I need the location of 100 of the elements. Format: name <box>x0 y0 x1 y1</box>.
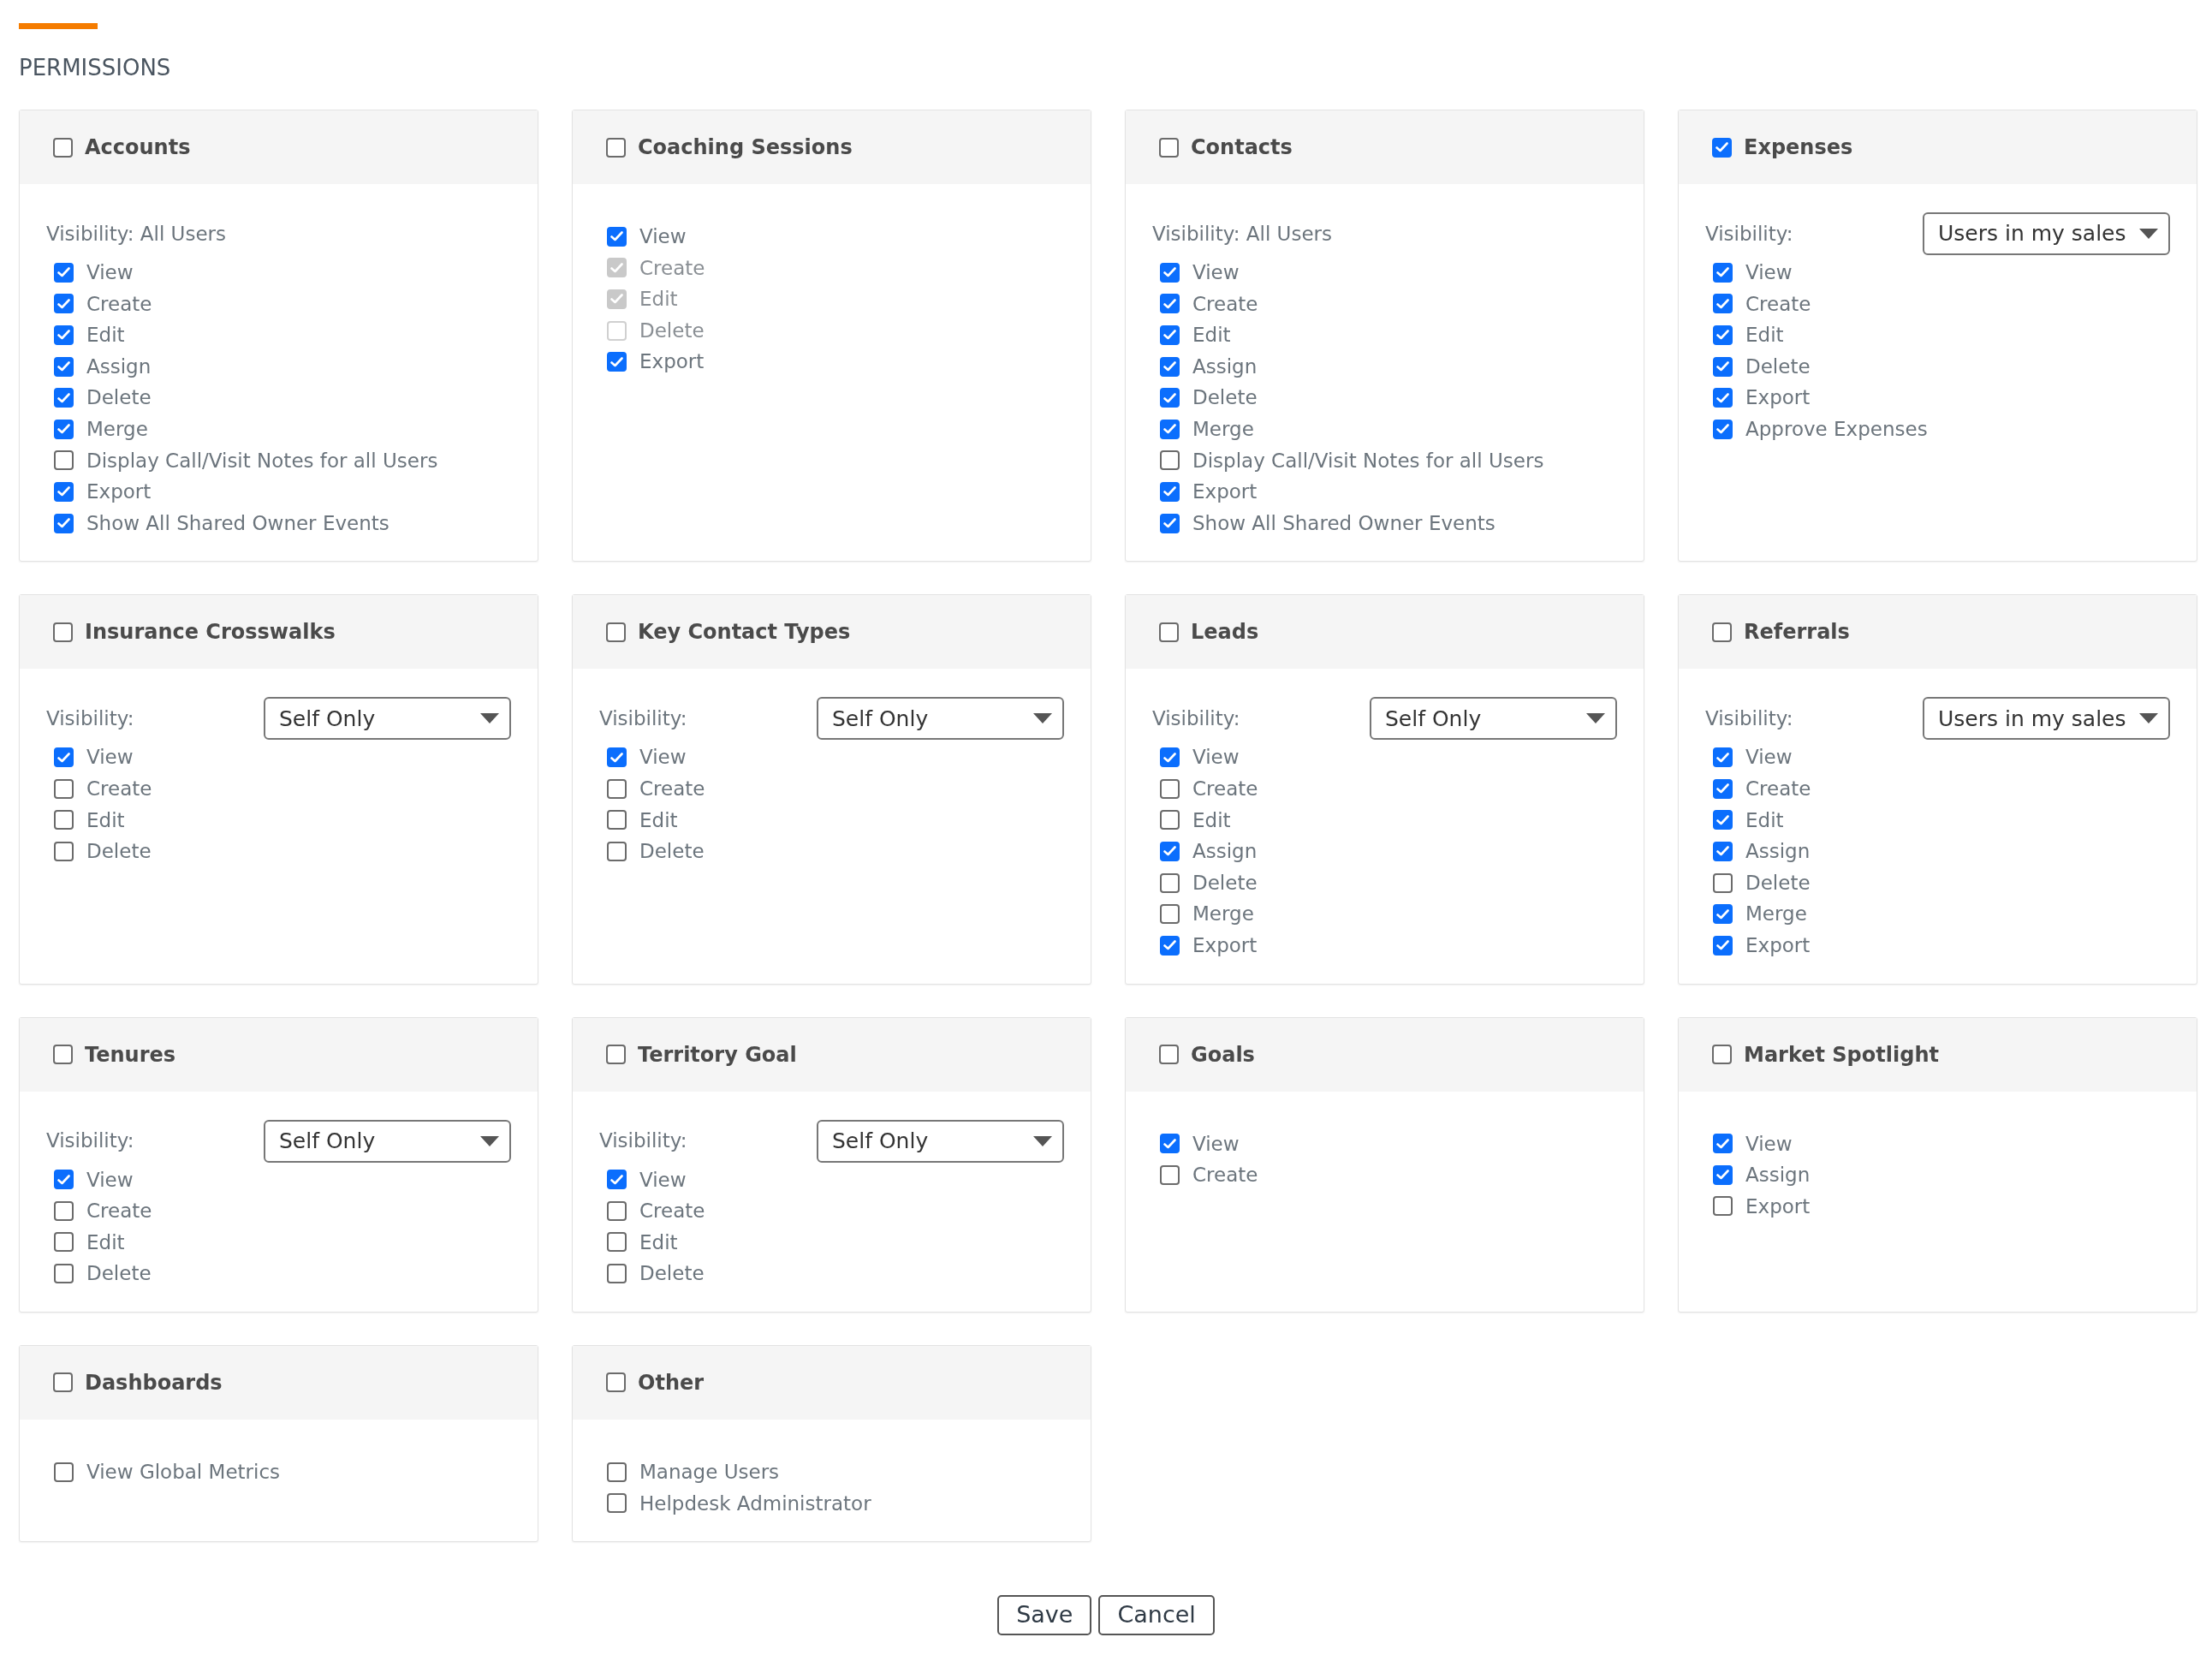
card-title: Territory Goal <box>638 1041 797 1069</box>
card-title: Goals <box>1191 1041 1255 1069</box>
permission-label: Edit <box>639 1229 678 1255</box>
permission-label: Delete <box>1745 870 1811 896</box>
card-title: Tenures <box>85 1041 176 1069</box>
permission-label: Create <box>1192 291 1258 317</box>
permission-label: View <box>1192 1131 1240 1157</box>
permission-label: View <box>639 1167 687 1193</box>
permission-label: Delete <box>639 1261 705 1287</box>
visibility-label: Visibility: <box>599 1128 688 1154</box>
permission-label: Export <box>1745 1194 1811 1219</box>
card-title: Dashboards <box>85 1369 223 1396</box>
permission-label: Assign <box>1192 839 1258 865</box>
permission-label: Delete <box>639 839 705 865</box>
permission-label: View <box>86 1167 134 1193</box>
permission-label: Edit <box>1745 323 1784 348</box>
permission-label: Merge <box>1192 902 1254 927</box>
visibility-dropdown[interactable]: Self Only <box>817 697 1064 741</box>
permission-label: View <box>86 260 134 286</box>
visibility-label: Visibility: <box>1705 706 1794 732</box>
permission-label: Export <box>1192 932 1258 958</box>
visibility-label: Visibility: <box>46 1128 135 1154</box>
permission-label: Edit <box>639 807 678 833</box>
cancel-button[interactable]: Cancel <box>1098 1595 1215 1636</box>
permission-label: View <box>1192 260 1240 286</box>
permission-label: View <box>639 224 687 250</box>
permission-label: Create <box>639 255 705 281</box>
permission-label: View <box>1745 260 1793 286</box>
permission-label: Edit <box>86 1229 125 1255</box>
visibility-label: Visibility: <box>599 706 688 732</box>
permission-label: Export <box>639 349 705 375</box>
permission-label: Create <box>86 291 152 317</box>
card-title: Expenses <box>1744 134 1853 161</box>
permission-label: View Global Metrics <box>86 1459 281 1485</box>
permission-label: Edit <box>86 807 125 833</box>
permission-label: Create <box>639 777 705 801</box>
permission-label: Create <box>1192 777 1258 801</box>
permission-label: Delete <box>639 318 705 343</box>
card-title: Accounts <box>85 134 191 161</box>
permission-label: Create <box>1745 291 1811 317</box>
permission-label: Export <box>86 479 152 505</box>
permission-label: Merge <box>86 417 148 442</box>
permission-label: Edit <box>86 323 125 348</box>
permission-label: Export <box>1745 932 1811 958</box>
card-title: Insurance Crosswalks <box>85 619 336 646</box>
visibility-dropdown[interactable]: Self Only <box>264 697 511 741</box>
permission-label: View <box>639 745 687 771</box>
permission-label: Assign <box>1745 1163 1811 1188</box>
permission-label: Delete <box>86 385 152 411</box>
permission-label: Assign <box>1192 354 1258 379</box>
permission-label: Create <box>639 1199 705 1224</box>
permission-label: Merge <box>1745 902 1807 927</box>
permission-label: Display Call/Visit Notes for all Users <box>86 448 438 473</box>
permission-label: Export <box>1745 385 1811 411</box>
permission-label: Create <box>1745 777 1811 801</box>
visibility-label: Visibility: <box>1152 706 1241 732</box>
permission-label: Delete <box>1745 354 1811 379</box>
permission-label: Helpdesk Administrator <box>639 1491 871 1516</box>
permission-label: Edit <box>639 287 678 313</box>
visibility-dropdown[interactable]: Self Only <box>817 1119 1064 1163</box>
permission-label: View <box>86 745 134 771</box>
permission-label: Delete <box>1192 870 1258 896</box>
permission-label: View <box>1745 745 1793 771</box>
permission-label: Display Call/Visit Notes for all Users <box>1192 448 1544 473</box>
visibility-dropdown[interactable]: Self Only <box>264 1119 511 1163</box>
permission-label: View <box>1192 745 1240 771</box>
permission-label: Merge <box>1192 417 1254 442</box>
permission-label: Manage Users <box>639 1459 780 1485</box>
permission-label: Create <box>86 777 152 801</box>
permission-label: Edit <box>1192 323 1231 348</box>
permission-label: Edit <box>1192 807 1231 833</box>
permission-label: Show All Shared Owner Events <box>1192 510 1495 536</box>
card-title: Key Contact Types <box>638 619 851 646</box>
permission-label: Show All Shared Owner Events <box>86 510 389 536</box>
permission-label: View <box>1745 1131 1793 1157</box>
save-button[interactable]: Save <box>997 1595 1092 1636</box>
card-title: Contacts <box>1191 134 1293 161</box>
permission-label: Delete <box>86 839 152 865</box>
permission-label: Delete <box>86 1261 152 1287</box>
card-title: Referrals <box>1744 619 1850 646</box>
permission-label: Edit <box>1745 807 1784 833</box>
visibility-label: Visibility: <box>1705 221 1794 247</box>
permission-label: Create <box>86 1199 152 1224</box>
card-title: Coaching Sessions <box>638 134 853 161</box>
visibility-label: Visibility: <box>46 706 135 732</box>
visibility-label: Visibility: All Users <box>46 221 226 247</box>
permission-label: Assign <box>86 354 152 379</box>
visibility-dropdown[interactable]: Self Only <box>1370 697 1617 741</box>
page-title: PERMISSIONS <box>19 54 172 82</box>
permission-label: Delete <box>1192 385 1258 411</box>
visibility-dropdown[interactable]: Users in my sales <box>1923 212 2170 255</box>
visibility-dropdown[interactable]: Users in my sales <box>1923 697 2170 741</box>
permission-label: Export <box>1192 479 1258 505</box>
card-title: Other <box>638 1369 705 1396</box>
permission-label: Assign <box>1745 839 1811 865</box>
permission-label: Approve Expenses <box>1745 417 1928 442</box>
visibility-label: Visibility: All Users <box>1152 221 1332 247</box>
card-title: Leads <box>1191 619 1259 646</box>
card-title: Market Spotlight <box>1744 1041 1939 1069</box>
permission-label: Create <box>1192 1163 1258 1188</box>
